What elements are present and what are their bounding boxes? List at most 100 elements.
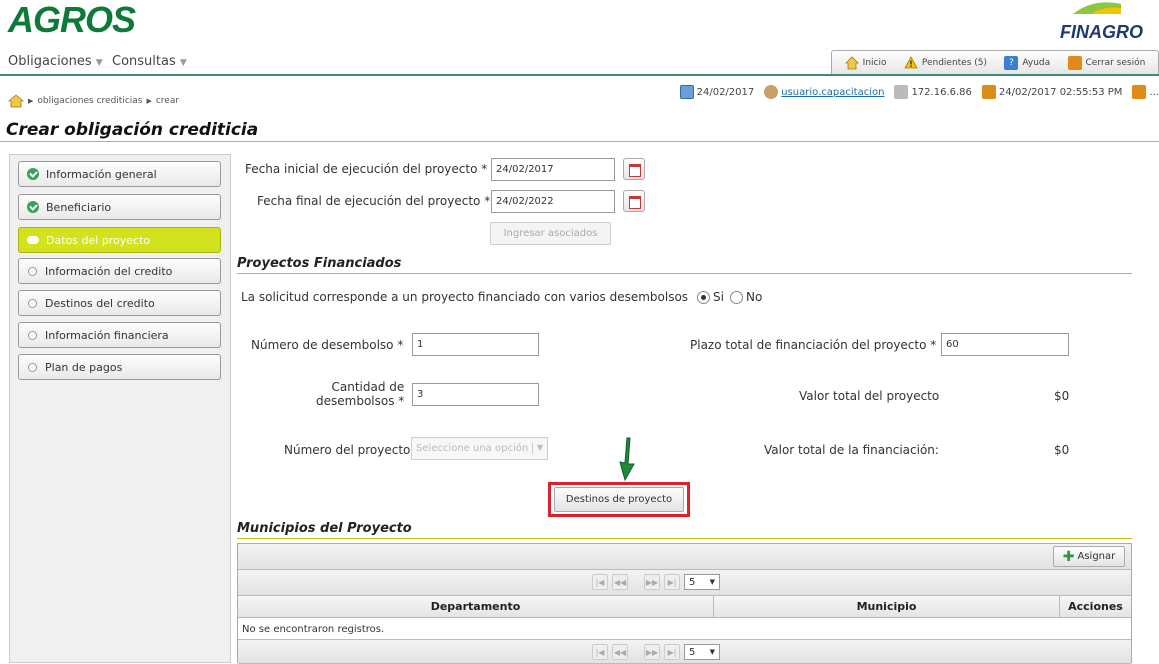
last-page-icon[interactable]: ▶|: [664, 644, 680, 660]
fecha-final-label: Fecha final de ejecución del proyecto *: [257, 194, 490, 208]
ayuda-button[interactable]: ? Ayuda: [1004, 55, 1051, 70]
chevron-down-icon: ▼: [709, 578, 715, 586]
menu-obligaciones[interactable]: Obligaciones ▼: [8, 54, 103, 69]
fecha-final-text: Fecha final de ejecución del proyecto: [257, 194, 481, 208]
next-page-icon[interactable]: ▶▶: [644, 644, 660, 660]
breadcrumb-obligaciones-link[interactable]: obligaciones crediticias: [37, 96, 142, 106]
proyectos-financiados-title: Proyectos Financiados: [237, 256, 402, 271]
pager: |◀ ◀◀ ▶▶ ▶| 5 ▼: [592, 644, 720, 660]
chevron-down-icon: ▼: [531, 443, 543, 454]
breadcrumb-crear-link[interactable]: crear: [156, 96, 179, 106]
plus-icon: ✚: [1062, 548, 1075, 565]
numero-desembolso-input[interactable]: 1: [412, 333, 539, 356]
breadcrumb-separator-icon: ▶: [28, 97, 34, 105]
empty-circle-icon: [28, 362, 37, 372]
page-size-select[interactable]: 5 ▼: [684, 574, 720, 590]
active-step-icon: [27, 236, 39, 244]
empty-circle-icon: [28, 298, 37, 308]
numero-proyecto-placeholder: Seleccione una opción: [416, 443, 528, 454]
sidebar-item-destinos-credito[interactable]: Destinos del credito: [18, 290, 221, 316]
page-size-value: 5: [689, 576, 696, 588]
first-page-icon[interactable]: |◀: [592, 574, 608, 590]
municipios-grid: ✚ Asignar |◀ ◀◀ ▶▶ ▶| 5 ▼ Departamento Mu…: [237, 543, 1132, 664]
header-divider: [238, 617, 1131, 618]
section-divider: [237, 273, 1132, 274]
asignar-button[interactable]: ✚ Asignar: [1053, 546, 1125, 567]
calendar-button-icon[interactable]: [623, 190, 645, 212]
inicio-button[interactable]: Inicio: [844, 55, 887, 70]
breadcrumb: ▶ obligaciones crediticias ▶ crear: [8, 94, 179, 108]
numero-proyecto-select[interactable]: Seleccione una opción ▼: [411, 437, 548, 460]
title-divider: [0, 141, 1159, 142]
chevron-down-icon: ▼: [95, 58, 103, 68]
cerrar-sesion-button[interactable]: Cerrar sesión: [1067, 55, 1146, 70]
pendientes-button[interactable]: Pendientes (5): [904, 56, 987, 69]
grid-pager-top: |◀ ◀◀ ▶▶ ▶| 5 ▼: [238, 570, 1131, 596]
sidebar-item-datos-proyecto[interactable]: Datos del proyecto: [18, 227, 221, 253]
sidebar-item-informacion-credito[interactable]: Información del credito: [18, 258, 221, 284]
wizard-sidebar: Información general Beneficiario Datos d…: [9, 154, 231, 663]
fecha-final-input[interactable]: 24/02/2022: [491, 190, 615, 213]
grid-toolbar: ✚ Asignar: [238, 544, 1131, 570]
next-page-icon[interactable]: ▶▶: [644, 574, 660, 590]
empty-message: No se encontraron registros.: [242, 624, 385, 635]
sidebar-item-beneficiario[interactable]: Beneficiario: [18, 194, 221, 220]
network-icon: [894, 85, 909, 99]
sidebar-item-label: Plan de pagos: [45, 360, 123, 374]
first-page-icon[interactable]: |◀: [592, 644, 608, 660]
column-header-departamento[interactable]: Departamento: [238, 596, 714, 617]
pendientes-label: Pendientes (5): [921, 57, 988, 68]
sidebar-item-informacion-financiera[interactable]: Información financiera: [18, 322, 221, 348]
solicitud-label: La solicitud corresponde a un proyecto f…: [241, 290, 689, 304]
page-size-value: 5: [689, 646, 696, 658]
menu-obligaciones-label: Obligaciones: [8, 54, 92, 69]
radio-no[interactable]: [730, 291, 743, 304]
plazo-input[interactable]: 60: [941, 333, 1069, 356]
check-circle-icon: [27, 201, 39, 213]
fecha-inicial-input[interactable]: 24/02/2017: [491, 158, 615, 181]
status-user: usuario.capacitacion: [764, 85, 884, 99]
sidebar-item-label: Información del credito: [45, 264, 173, 278]
valor-financiacion-label: Valor total de la financiación:: [764, 443, 939, 457]
required-mark: *: [398, 394, 405, 408]
required-mark: *: [397, 338, 404, 352]
column-header-municipio[interactable]: Municipio: [714, 596, 1060, 617]
empty-circle-icon: [28, 266, 37, 276]
prev-page-icon[interactable]: ◀◀: [612, 574, 628, 590]
numero-desembolso-label: Número de desembolso *: [251, 338, 403, 352]
check-circle-icon: [27, 168, 39, 180]
pager: |◀ ◀◀ ▶▶ ▶| 5 ▼: [592, 574, 720, 590]
sidebar-item-plan-pagos[interactable]: Plan de pagos: [18, 354, 221, 380]
sidebar-item-informacion-general[interactable]: Información general: [18, 161, 221, 187]
warning-icon: [904, 56, 918, 69]
page-title: Crear obligación crediticia: [6, 120, 259, 140]
home-icon[interactable]: [8, 94, 24, 108]
sidebar-item-label: Información financiera: [45, 328, 169, 342]
user-icon: [764, 85, 779, 99]
ayuda-label: Ayuda: [1022, 57, 1051, 68]
radio-si[interactable]: [697, 291, 710, 304]
menu-consultas[interactable]: Consultas ▼: [112, 54, 187, 69]
status-date-value: 24/02/2017: [696, 86, 755, 98]
cerrar-sesion-label: Cerrar sesión: [1085, 57, 1146, 68]
calendar-button-icon[interactable]: [623, 158, 645, 180]
book-icon: [981, 85, 996, 99]
last-page-icon[interactable]: ▶|: [664, 574, 680, 590]
cantidad-label-line1: Cantidad de: [331, 380, 405, 394]
sidebar-item-label: Datos del proyecto: [46, 233, 151, 247]
page-size-select[interactable]: 5 ▼: [684, 644, 720, 660]
status-ip: 172.16.6.86: [894, 85, 972, 99]
prev-page-icon[interactable]: ◀◀: [612, 644, 628, 660]
status-datetime-value: 24/02/2017 02:55:53 PM: [998, 86, 1123, 98]
ingresar-asociados-button[interactable]: Ingresar asociados: [490, 222, 611, 245]
cantidad-desembolsos-input[interactable]: 3: [412, 383, 539, 406]
column-header-acciones: Acciones: [1060, 596, 1131, 617]
numero-desembolso-text: Número de desembolso: [251, 338, 394, 352]
plazo-label: Plazo total de financiación del proyecto…: [690, 338, 936, 352]
status-date: 24/02/2017: [679, 85, 755, 99]
sidebar-item-label: Beneficiario: [46, 200, 112, 214]
municipios-title: Municipios del Proyecto: [237, 521, 412, 536]
status-user-link[interactable]: usuario.capacitacion: [781, 87, 884, 98]
destinos-proyecto-button[interactable]: Destinos de proyecto: [554, 487, 684, 512]
section-divider: [237, 538, 1132, 539]
